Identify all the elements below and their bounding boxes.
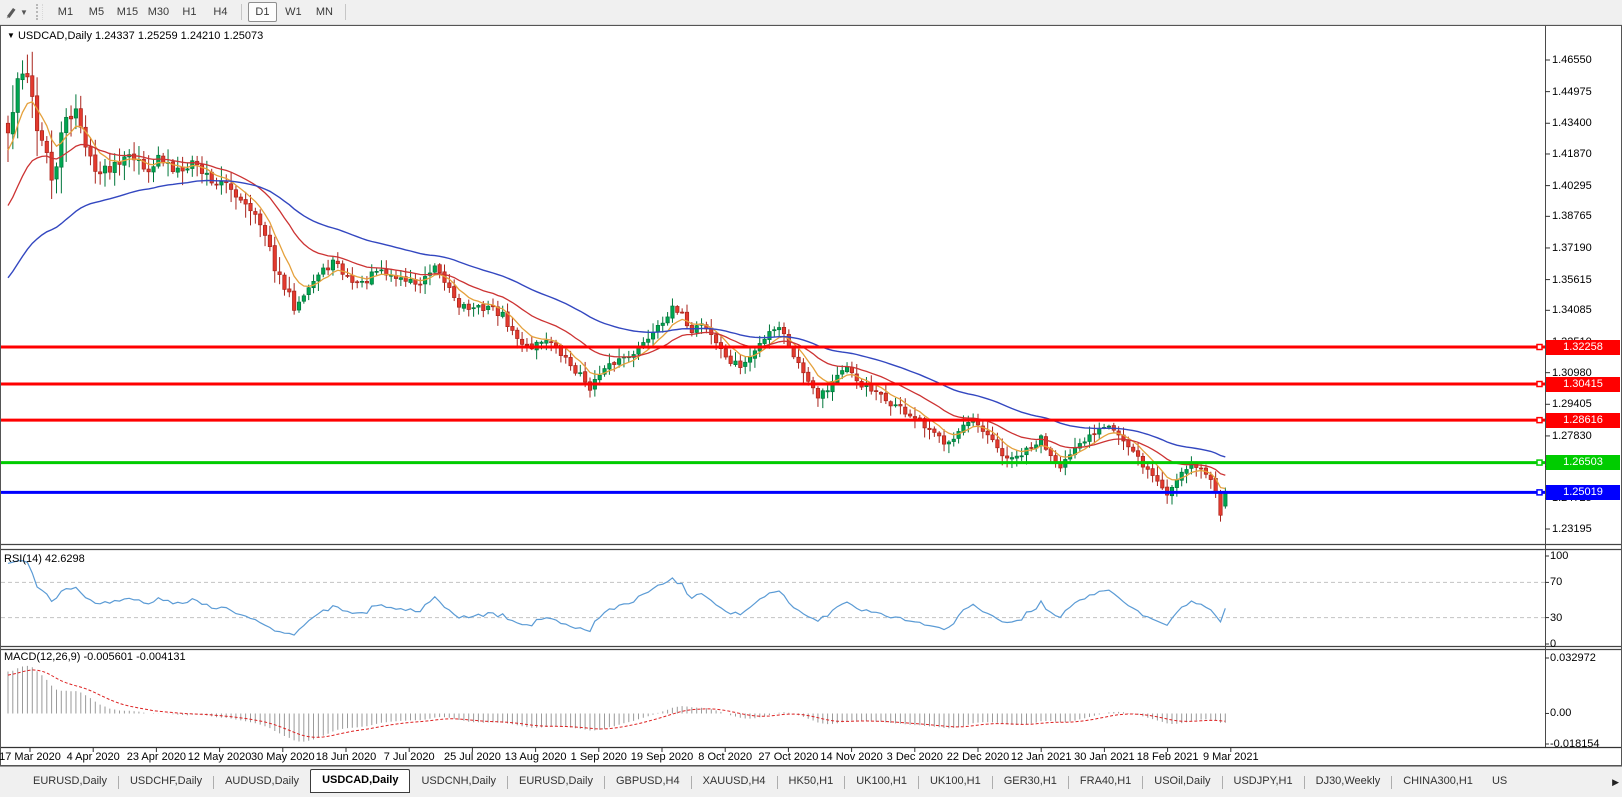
tab-GER30-H1[interactable]: GER30,H1 (993, 772, 1068, 792)
timeframe-button-H4[interactable]: H4 (206, 2, 235, 22)
date-tick-label: 30 May 2020 (251, 751, 315, 763)
tab-USDCNH-Daily[interactable]: USDCNH,Daily (410, 772, 507, 792)
tab-EURUSD-Daily[interactable]: EURUSD,Daily (508, 772, 604, 792)
price-tick-label: 1.41870 (1552, 148, 1592, 160)
date-tick-label: 8 Oct 2020 (698, 751, 752, 763)
timeframe-button-D1[interactable]: D1 (248, 2, 277, 22)
tab-UK100-H1[interactable]: UK100,H1 (845, 772, 918, 792)
hline-price-tag[interactable]: 1.26503 (1546, 455, 1620, 470)
tab-AUDUSD-Daily[interactable]: AUDUSD,Daily (214, 772, 310, 792)
price-tick-label: 1.34085 (1552, 304, 1592, 316)
macd-indicator-label: MACD(12,26,9) -0.005601 -0.004131 (4, 651, 186, 663)
hline-price-tag[interactable]: 1.32258 (1546, 340, 1620, 355)
date-tick-label: 27 Oct 2020 (758, 751, 818, 763)
macd-tick-label: 0.00 (1550, 707, 1571, 719)
date-tick-label: 9 Mar 2021 (1203, 751, 1259, 763)
price-tick-label: 1.37190 (1552, 242, 1592, 254)
hline-price-tag[interactable]: 1.30415 (1546, 377, 1620, 392)
timeframe-button-M5[interactable]: M5 (82, 2, 111, 22)
date-tick-label: 12 May 2020 (188, 751, 252, 763)
date-tick-label: 4 Apr 2020 (67, 751, 120, 763)
timeframe-button-M1[interactable]: M1 (51, 2, 80, 22)
tab-USOil-Daily[interactable]: USOil,Daily (1143, 772, 1221, 792)
chart-title: ▼ USDCAD,Daily 1.24337 1.25259 1.24210 1… (7, 30, 263, 42)
macd-tick-label: -0.018154 (1550, 738, 1600, 750)
timeframe-button-M30[interactable]: M30 (144, 2, 173, 22)
tab-overflow-partial[interactable]: US (1484, 772, 1509, 792)
drawing-tool-icon (4, 5, 18, 19)
date-tick-label: 1 Sep 2020 (571, 751, 627, 763)
rsi-tick-label: 70 (1550, 576, 1562, 588)
date-tick-label: 19 Sep 2020 (631, 751, 693, 763)
date-tick-label: 25 Jul 2020 (444, 751, 501, 763)
dropdown-caret-icon: ▼ (20, 8, 28, 17)
chart-canvas[interactable] (0, 0, 1622, 797)
date-tick-label: 13 Aug 2020 (505, 751, 567, 763)
date-tick-label: 12 Jan 2021 (1011, 751, 1072, 763)
tab-USDCAD-Daily[interactable]: USDCAD,Daily (310, 769, 410, 793)
price-tick-label: 1.27830 (1552, 430, 1592, 442)
collapse-icon[interactable]: ▼ (7, 31, 15, 40)
rsi-tick-label: 0 (1550, 638, 1556, 650)
date-tick-label: 22 Dec 2020 (947, 751, 1009, 763)
date-tick-label: 18 Feb 2021 (1137, 751, 1199, 763)
hline-price-tag[interactable]: 1.25019 (1546, 485, 1620, 500)
tab-scroll-right-icon[interactable]: ▶ (1612, 777, 1619, 788)
timeframe-button-W1[interactable]: W1 (279, 2, 308, 22)
price-tick-label: 1.46550 (1552, 54, 1592, 66)
tab-DJ30-Weekly[interactable]: DJ30,Weekly (1305, 772, 1392, 792)
date-tick-label: 17 Mar 2020 (0, 751, 61, 763)
date-tick-label: 3 Dec 2020 (887, 751, 943, 763)
date-tick-label: 14 Nov 2020 (820, 751, 882, 763)
toolbar-grip[interactable] (36, 4, 43, 20)
toolbar-separator (345, 4, 346, 20)
tab-UK100-H1[interactable]: UK100,H1 (919, 772, 992, 792)
rsi-indicator-label: RSI(14) 42.6298 (4, 553, 85, 565)
tab-EURUSD-Daily[interactable]: EURUSD,Daily (22, 772, 118, 792)
tab-USDJPY-H1[interactable]: USDJPY,H1 (1223, 772, 1304, 792)
tab-USDCHF-Daily[interactable]: USDCHF,Daily (119, 772, 213, 792)
toolbar-separator (241, 4, 242, 20)
symbol-period-label: USDCAD,Daily (18, 30, 92, 42)
price-tick-label: 1.29405 (1552, 398, 1592, 410)
rsi-tick-label: 30 (1550, 612, 1562, 624)
date-tick-label: 18 Jun 2020 (316, 751, 377, 763)
price-tick-label: 1.38765 (1552, 210, 1592, 222)
macd-tick-label: 0.032972 (1550, 652, 1596, 664)
price-tick-label: 1.23195 (1552, 523, 1592, 535)
date-tick-label: 7 Jul 2020 (384, 751, 435, 763)
tab-XAUUSD-H4[interactable]: XAUUSD,H4 (692, 772, 777, 792)
price-tick-label: 1.44975 (1552, 86, 1592, 98)
tab-CHINA300-H1[interactable]: CHINA300,H1 (1392, 772, 1484, 792)
tab-GBPUSD-H4[interactable]: GBPUSD,H4 (605, 772, 691, 792)
tab-bar: EURUSD,DailyUSDCHF,DailyAUDUSD,DailyUSDC… (0, 766, 1622, 797)
date-tick-label: 23 Apr 2020 (127, 751, 186, 763)
trading-terminal-window: ▼ M1M5M15M30H1H4 D1W1MN ▼ USDCAD,Daily 1.… (0, 0, 1622, 797)
timeframe-toolbar: ▼ M1M5M15M30H1H4 D1W1MN (0, 0, 1622, 25)
ohlc-values: 1.24337 1.25259 1.24210 1.25073 (95, 30, 263, 42)
hline-price-tag[interactable]: 1.28616 (1546, 413, 1620, 428)
timeframe-button-H1[interactable]: H1 (175, 2, 204, 22)
timeframe-button-MN[interactable]: MN (310, 2, 339, 22)
price-tick-label: 1.35615 (1552, 274, 1592, 286)
rsi-tick-label: 100 (1550, 550, 1568, 562)
tab-HK50-H1[interactable]: HK50,H1 (778, 772, 845, 792)
drawing-tool-button[interactable]: ▼ (0, 5, 32, 19)
tab-FRA40-H1[interactable]: FRA40,H1 (1069, 772, 1142, 792)
price-tick-label: 1.40295 (1552, 180, 1592, 192)
timeframe-button-M15[interactable]: M15 (113, 2, 142, 22)
date-tick-label: 30 Jan 2021 (1074, 751, 1135, 763)
price-tick-label: 1.43400 (1552, 117, 1592, 129)
